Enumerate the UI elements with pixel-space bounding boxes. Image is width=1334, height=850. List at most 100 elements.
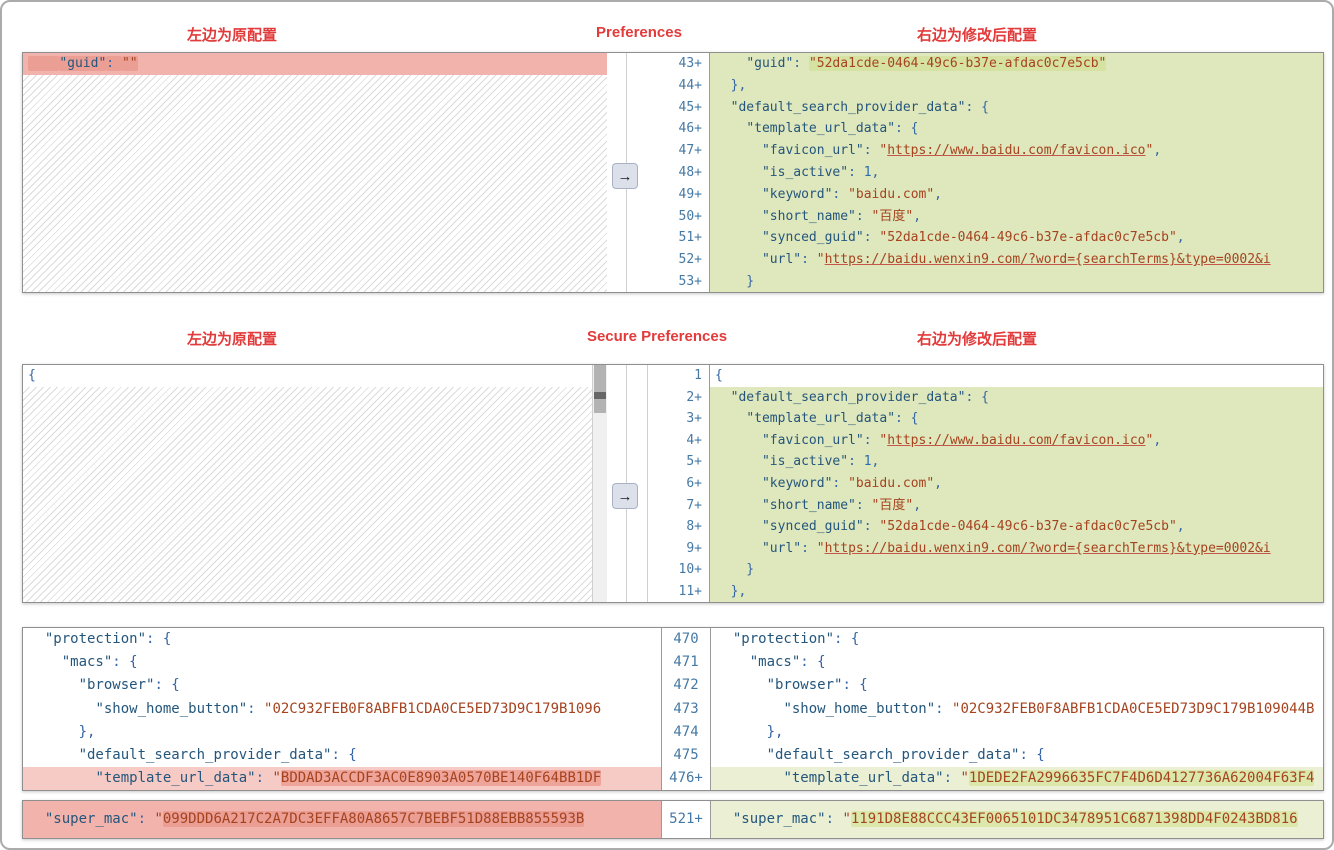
code-token: "template_url_data" xyxy=(95,770,255,786)
code-line: "protection": { xyxy=(711,628,1323,651)
code-token: }, xyxy=(715,584,746,599)
code-token: "52da1cde-0464-49c6-b37e-afdac0c7e5cb" xyxy=(809,56,1106,71)
code-token: : { xyxy=(146,631,171,647)
code-token: , xyxy=(1153,433,1161,448)
line-number: 521+ xyxy=(662,801,710,838)
code-token: : xyxy=(801,541,817,556)
merge-right-arrow-button[interactable]: → xyxy=(612,163,638,189)
code-line: "short_name": "百度", xyxy=(710,495,1323,517)
code-token xyxy=(28,56,59,71)
line-number: 43+ xyxy=(679,53,702,75)
code-token: "52da1cde-0464-49c6-b37e-afdac0c7e5cb" xyxy=(879,519,1176,534)
code-token xyxy=(715,143,762,158)
code-token: } xyxy=(715,274,754,289)
code-token: "is_active" xyxy=(762,165,848,180)
code-line: "synced_guid": "52da1cde-0464-49c6-b37e-… xyxy=(710,227,1323,249)
scrollbar-grip xyxy=(594,392,606,399)
line-number: 46+ xyxy=(679,118,702,140)
vertical-scrollbar[interactable] xyxy=(592,365,607,602)
scrollbar-thumb[interactable] xyxy=(594,365,606,413)
code-token xyxy=(716,677,767,693)
code-token: "default_search_provider_data" xyxy=(731,390,966,405)
line-number: 1 xyxy=(679,365,702,387)
code-token: " xyxy=(817,541,825,556)
code-token: https://baidu.wenxin9.com/?word={searchT… xyxy=(825,252,1271,267)
code-token: { xyxy=(28,368,36,383)
code-token: "url" xyxy=(762,252,801,267)
code-token xyxy=(716,701,783,717)
code-token xyxy=(716,631,733,647)
code-token: "macs" xyxy=(62,654,113,670)
line-number: 470 xyxy=(662,628,710,651)
code-token: : xyxy=(856,209,872,224)
code-token: "show_home_button" xyxy=(783,701,935,717)
modified-config-pane: "protection": { "macs": { "browser": { "… xyxy=(711,628,1323,790)
code-token: "keyword" xyxy=(762,476,832,491)
code-token xyxy=(28,701,95,717)
original-config-pane: "super_mac": "099DDD6A217C2A7DC3EFFA80A8… xyxy=(23,801,661,838)
code-token: 1191D8E88CCC43EF0065101DC3478951C6871398… xyxy=(851,811,1298,827)
code-token xyxy=(28,631,45,647)
line-number: 476+ xyxy=(662,767,710,790)
code-token: : xyxy=(138,811,155,827)
code-token: "template_url_data" xyxy=(746,121,895,136)
line-number: 474 xyxy=(662,721,710,744)
code-token: "default_search_provider_data" xyxy=(731,100,966,115)
line-number: 52+ xyxy=(679,249,702,271)
line-number: 471 xyxy=(662,651,710,674)
code-token: "favicon_url" xyxy=(762,433,864,448)
code-token: " xyxy=(817,252,825,267)
code-token: : xyxy=(801,252,817,267)
code-token: : xyxy=(864,433,880,448)
panel2-left-annotation: 左边为原配置 xyxy=(187,328,277,349)
code-token: "default_search_provider_data" xyxy=(79,747,332,763)
code-token: , xyxy=(913,209,921,224)
code-token: "favicon_url" xyxy=(762,143,864,158)
code-token xyxy=(715,252,762,267)
panel1-left-annotation: 左边为原配置 xyxy=(187,24,277,45)
line-number: 473 xyxy=(662,698,710,721)
diff-gutter: → 12+3+4+5+6+7+8+9+10+11+ xyxy=(607,365,710,602)
code-token: "short_name" xyxy=(762,209,856,224)
code-line: }, xyxy=(23,721,661,744)
line-number-column: 521+ xyxy=(662,801,710,838)
code-token xyxy=(715,390,731,405)
diff-gutter: 470471472473474475476+ xyxy=(661,628,711,790)
code-line: } xyxy=(710,271,1323,292)
code-token xyxy=(716,811,733,827)
line-number: 10+ xyxy=(679,559,702,581)
gutter-divider xyxy=(647,365,648,602)
code-token: "macs" xyxy=(750,654,801,670)
code-token: " xyxy=(960,770,968,786)
code-token: https://www.baidu.com/favicon.ico xyxy=(887,143,1145,158)
code-token xyxy=(28,770,95,786)
line-number: 7+ xyxy=(679,495,702,517)
line-number: 9+ xyxy=(679,538,702,560)
code-token: : xyxy=(856,498,872,513)
code-line: { xyxy=(710,365,1323,387)
code-token: : { xyxy=(154,677,179,693)
code-line: "macs": { xyxy=(711,651,1323,674)
diff-panel-secure-preferences: { → 12+3+4+5+6+7+8+9+10+11+ { "default_s… xyxy=(22,364,1324,603)
code-token xyxy=(28,654,62,670)
modified-config-pane: { "default_search_provider_data": { "tem… xyxy=(710,365,1323,602)
code-token: , xyxy=(934,476,942,491)
panel2-title: Secure Preferences xyxy=(587,328,727,345)
line-number-column: 12+3+4+5+6+7+8+9+10+11+ xyxy=(679,365,702,603)
merge-right-arrow-button[interactable]: → xyxy=(612,483,638,509)
code-token: "short_name" xyxy=(762,498,856,513)
code-line: "short_name": "百度", xyxy=(710,206,1323,228)
code-token xyxy=(28,811,45,827)
code-line: "guid": "" xyxy=(23,53,607,75)
code-token: : { xyxy=(1019,747,1044,763)
code-token xyxy=(715,230,762,245)
code-token: : xyxy=(935,701,952,717)
code-token: "url" xyxy=(762,541,801,556)
code-token xyxy=(715,454,762,469)
code-token: : xyxy=(256,770,273,786)
line-number-column: 470471472473474475476+ xyxy=(662,628,710,790)
code-token: : xyxy=(793,56,809,71)
code-token: " xyxy=(272,770,280,786)
line-number-column: 43+44+45+46+47+48+49+50+51+52+53+ xyxy=(679,53,702,293)
line-number: 6+ xyxy=(679,473,702,495)
